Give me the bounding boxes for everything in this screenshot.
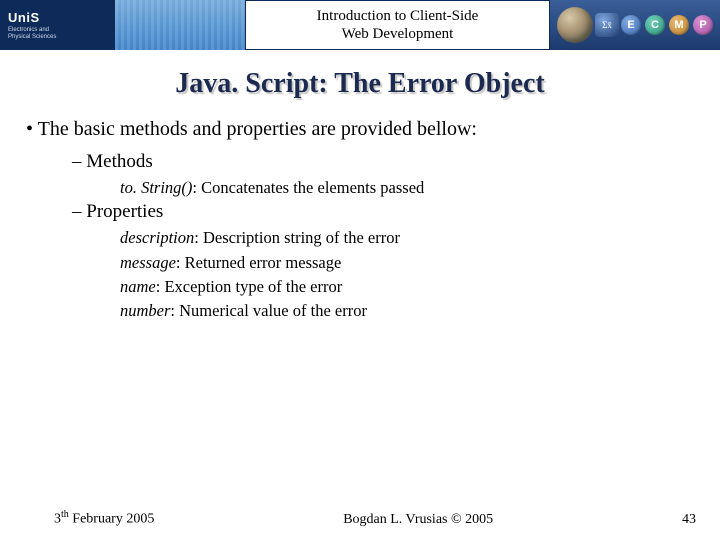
slide-footer: 3th February 2005 Bogdan L. Vrusias © 20… <box>0 509 720 528</box>
footer-page-number: 43 <box>682 512 696 528</box>
methods-heading: – Methods <box>72 151 700 173</box>
building-photo <box>115 0 245 50</box>
badge-p: P <box>693 15 713 35</box>
property-name: name <box>120 277 156 296</box>
slide-header: UniS Electronics and Physical Sciences I… <box>0 0 720 50</box>
course-title: Introduction to Client-Side Web Developm… <box>245 0 550 50</box>
header-decor: Σx̄ E C M P <box>550 0 720 50</box>
property-desc: Exception type of the error <box>164 277 342 296</box>
badge-m: M <box>669 15 689 35</box>
property-item: name: Exception type of the error <box>120 276 700 298</box>
intro-bullet: • The basic methods and properties are p… <box>26 118 700 141</box>
badge-e: E <box>621 15 641 35</box>
slide-title: Java. Script: The Error Object <box>20 68 700 100</box>
footer-author: Bogdan L. Vrusias © 2005 <box>343 512 493 528</box>
university-logo: UniS Electronics and Physical Sciences <box>0 0 115 50</box>
planet-icon <box>557 7 593 43</box>
method-desc: Concatenates the elements passed <box>201 178 424 197</box>
sigma-icon: Σx̄ <box>595 13 619 37</box>
property-desc: Numerical value of the error <box>179 301 367 320</box>
property-name: number <box>120 301 170 320</box>
intro-text: The basic methods and properties are pro… <box>38 118 477 140</box>
property-name: description <box>120 228 194 247</box>
method-item: to. String(): Concatenates the elements … <box>120 177 700 199</box>
method-name: to. String() <box>120 178 192 197</box>
badge-row: E C M P <box>621 15 713 35</box>
property-item: number: Numerical value of the error <box>120 300 700 322</box>
properties-heading: – Properties <box>72 201 700 223</box>
property-desc: Description string of the error <box>203 228 400 247</box>
property-item: message: Returned error message <box>120 252 700 274</box>
property-item: description: Description string of the e… <box>120 227 700 249</box>
university-text: UniS <box>8 10 40 25</box>
property-desc: Returned error message <box>185 253 342 272</box>
badge-c: C <box>645 15 665 35</box>
property-name: message <box>120 253 176 272</box>
slide-body: Java. Script: The Error Object • The bas… <box>0 50 720 322</box>
department-text: Electronics and Physical Sciences <box>8 27 56 40</box>
footer-date: 3th February 2005 <box>54 509 154 528</box>
